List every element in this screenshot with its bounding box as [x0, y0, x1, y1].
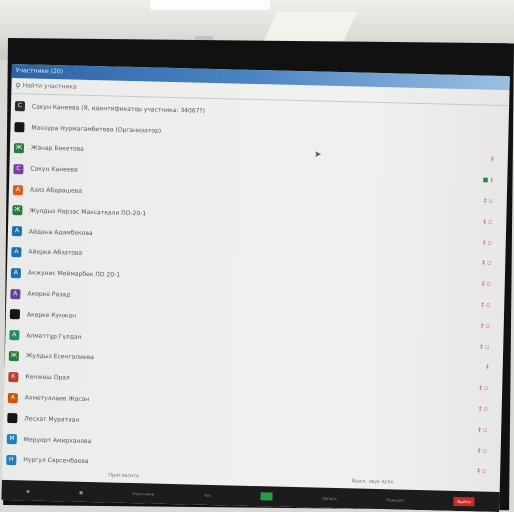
mute-all-button[interactable]: Выкл. звук всех [352, 478, 394, 485]
participant-status-icons: ‡ ▫ [482, 260, 491, 267]
video-off-icon[interactable]: ▫ [485, 343, 489, 350]
muted-mic-icon[interactable]: ‡ [482, 281, 485, 288]
participant-status-icons: ‡ ▫ [478, 447, 487, 454]
participant-avatar: М [6, 434, 17, 445]
chat-button[interactable]: Чат [204, 492, 212, 497]
participant-avatar: С [14, 101, 26, 112]
share-screen-icon: ■ [482, 176, 489, 184]
muted-mic-icon[interactable]: ‡ [490, 177, 493, 184]
participant-status-icons: ‡ ▫ [482, 281, 491, 288]
video-off-icon[interactable]: ▫ [488, 219, 492, 226]
participant-name: Айдана Адамбекова [28, 228, 93, 237]
participant-avatar: С [13, 163, 24, 175]
video-off-icon[interactable]: ▫ [487, 281, 491, 288]
muted-mic-icon[interactable]: ‡ [482, 260, 485, 267]
participant-name: Алматтұр Гүлдан [26, 332, 82, 341]
video-off-icon[interactable]: ▫ [483, 426, 487, 433]
participant-avatar: Н [6, 454, 17, 466]
participant-name: Жанар Бекетова [30, 144, 84, 154]
muted-mic-icon[interactable]: ‡ [483, 239, 486, 246]
participant-status-icons: ‡ ▫ [483, 239, 492, 246]
ceiling-light [150, 0, 270, 10]
muted-mic-icon[interactable]: ‡ [479, 385, 482, 392]
participant-status-icons: ‡ ▫ [481, 302, 490, 309]
participant-name: Айерке Абзатова [28, 248, 83, 258]
participant-avatar: К [8, 371, 19, 382]
participant-name: Акерке Күнжан [26, 311, 77, 320]
muted-mic-icon[interactable]: ‡ [481, 322, 484, 329]
muted-mic-icon[interactable]: ‡ [484, 198, 487, 205]
reactions-button[interactable]: Реакции [386, 497, 404, 502]
participant-avatar: А [12, 184, 24, 195]
video-off-icon[interactable]: ▫ [487, 260, 491, 267]
participant-list: С Сакун Канеева (Я, идентификатор участни… [2, 94, 509, 482]
record-button[interactable]: Запись [322, 495, 337, 500]
participant-name: Акерке Разад [27, 290, 71, 299]
video-off-icon[interactable]: ▫ [483, 447, 487, 454]
participant-avatar: А [11, 247, 22, 258]
video-off-icon[interactable]: ▫ [488, 239, 492, 246]
mouse-cursor-icon: ➤ [314, 150, 322, 160]
participant-name: Кенжеш Орал [25, 373, 70, 382]
participant-name: Акжунис Меймарбек ПО 20-1 [27, 269, 121, 279]
search-icon: ⚲ [15, 81, 21, 90]
participant-avatar: Ж [8, 350, 19, 362]
muted-mic-icon[interactable]: ‡ [478, 426, 481, 433]
participant-name: Лесхат Муратхан [24, 415, 80, 424]
muted-mic-icon[interactable]: ‡ [491, 156, 494, 163]
search-input[interactable]: Найти участника [23, 82, 77, 90]
participant-avatar: А [10, 288, 21, 299]
muted-mic-icon[interactable]: ‡ [483, 218, 486, 225]
participant-name: Нургул Сәрсенбаева [23, 456, 89, 466]
participants-window: Участники (20) ⚲ Найти участника С Сакун … [1, 64, 510, 512]
video-off-icon[interactable]: ▫ [486, 323, 490, 330]
participant-name: Сакун Канеева (Я, идентификатор участник… [31, 103, 206, 115]
participant-status-icons: ‡ ▫ [483, 218, 492, 225]
participant-avatar: А [11, 226, 23, 237]
mic-icon[interactable]: ● [26, 488, 30, 493]
share-screen-button[interactable] [260, 492, 273, 501]
participant-status-icons: ‡ ▫ [479, 406, 488, 413]
participant-avatar [14, 122, 25, 133]
muted-mic-icon[interactable]: ‡ [479, 406, 482, 413]
video-off-icon[interactable]: ▫ [489, 198, 493, 205]
video-off-icon[interactable]: ▫ [484, 406, 488, 413]
participant-avatar: Ж [12, 205, 23, 216]
participant-avatar [9, 309, 21, 320]
video-off-icon[interactable]: ▫ [484, 385, 488, 392]
participant-avatar: Ж [13, 143, 25, 154]
muted-mic-icon[interactable]: ‡ [477, 468, 480, 475]
participant-name: Жулдыз Нарзас Максатқали ПО-20-1 [29, 207, 147, 218]
participant-avatar: А [7, 392, 18, 403]
participant-status-icons: ‡ ▫ [480, 343, 489, 350]
muted-mic-icon[interactable]: ‡ [478, 447, 481, 454]
participant-status-icons: ‡ [491, 156, 494, 163]
participant-name: Меруерт Амирханова [23, 436, 92, 445]
participant-name: Азиз Абдрашева [29, 186, 83, 195]
participant-status-icons: ‡ ▫ [479, 385, 488, 392]
participants-button[interactable]: Участники [132, 491, 154, 497]
participant-status-icons: ■ ‡ [483, 177, 494, 184]
video-off-icon[interactable]: ▫ [482, 468, 486, 475]
participant-status-icons: ‡ ▫ [477, 468, 486, 475]
participant-name: Сакун Канеева [30, 165, 78, 174]
participant-avatar: А [9, 330, 20, 341]
participant-name: Ахметуллаев Жасан [24, 394, 90, 404]
participant-status-icons: ‡ [486, 364, 489, 371]
participant-avatar: А [10, 267, 22, 279]
muted-mic-icon[interactable]: ‡ [486, 364, 489, 371]
participant-name: Жулдыз Есенгалиева [25, 352, 94, 362]
muted-mic-icon[interactable]: ‡ [480, 343, 483, 350]
participant-avatar [7, 413, 18, 424]
video-icon[interactable]: ■ [79, 489, 83, 494]
participant-name: Манзура Нурмагамбетова (Организатор) [31, 124, 162, 135]
video-off-icon[interactable]: ▫ [486, 302, 490, 309]
participant-status-icons: ‡ ▫ [478, 426, 487, 433]
ceiling-beam [263, 12, 357, 42]
invite-button[interactable]: Пригласить [108, 472, 139, 479]
participant-status-icons: ‡ ▫ [484, 198, 493, 205]
participant-status-icons: ‡ ▫ [481, 322, 490, 329]
muted-mic-icon[interactable]: ‡ [481, 302, 484, 309]
